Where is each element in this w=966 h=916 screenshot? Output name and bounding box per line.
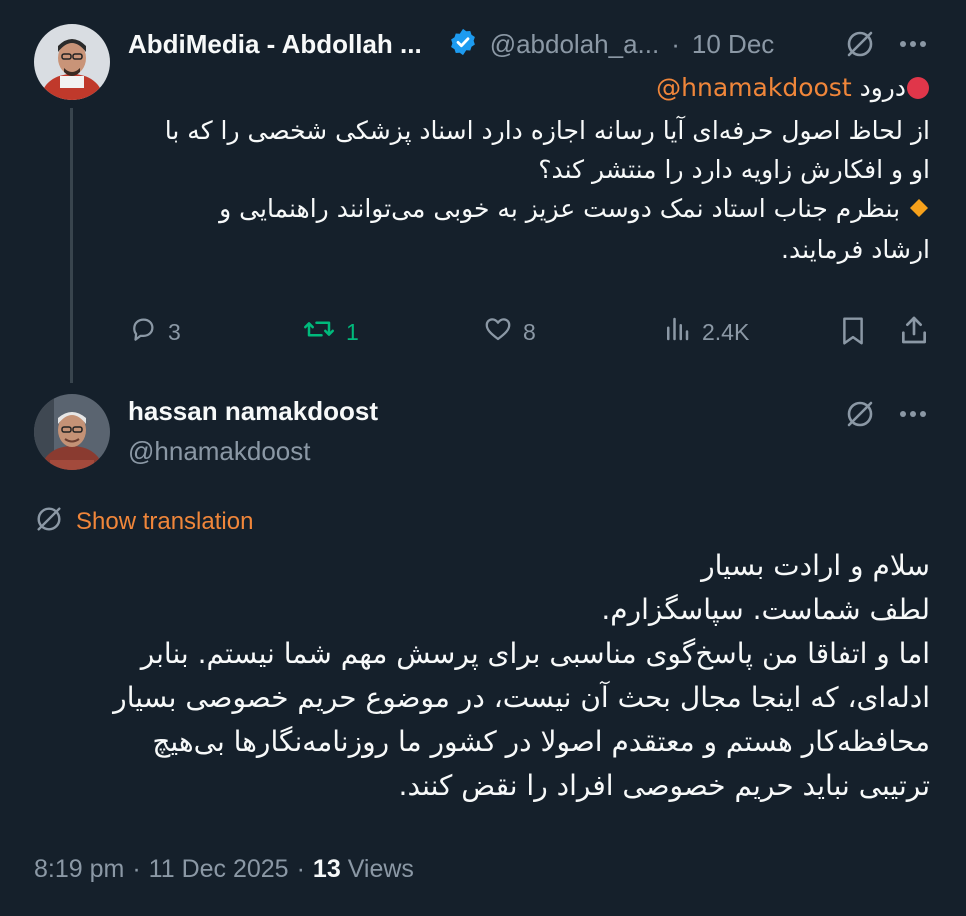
- tweet1-line4: ارشاد فرمایند.: [781, 235, 930, 264]
- mention-link[interactable]: @hnamakdoost: [656, 73, 851, 102]
- tweet-date[interactable]: 10 Dec: [692, 29, 774, 60]
- tweet2-line: لطف شماست. سپاسگزارم.: [601, 593, 930, 626]
- views-chart-icon: [662, 314, 692, 350]
- tweet1-line1: از لحاظ اصول حرفه‌ای آیا رسانه اجازه دار…: [164, 116, 930, 145]
- author-name[interactable]: AbdiMedia - Abdollah ...: [128, 29, 422, 60]
- tweet2-line: سلام و ارادت بسیار: [701, 549, 930, 582]
- grok-icon[interactable]: [844, 398, 876, 435]
- show-translation-text: Show translation: [76, 507, 254, 535]
- heart-icon: [483, 314, 513, 350]
- tweet2-body: سلام و ارادت بسیار لطف شماست. سپاسگزارم.…: [30, 544, 930, 808]
- tweet-time[interactable]: 8:19 pm: [34, 855, 124, 884]
- meta-separator: ·: [296, 855, 305, 883]
- like-action[interactable]: 8: [483, 314, 536, 350]
- tweet2-line: اما و اتفاقا من پاسخ‌گوی مناسبی برای پرس…: [140, 637, 930, 670]
- more-options-icon[interactable]: [898, 406, 928, 424]
- tweet1-body: درود @hnamakdoost از لحاظ اصول حرفه‌ای آ…: [128, 68, 930, 269]
- tweet1-line3-wrap: بنظرم جناب استاد نمک دوست عزیز به خوبی م…: [128, 189, 930, 230]
- repost-action[interactable]: 1: [302, 314, 359, 350]
- author-avatar[interactable]: [34, 394, 110, 470]
- bookmark-icon[interactable]: [838, 315, 868, 352]
- grok-translate-icon: [34, 504, 64, 539]
- reply-action[interactable]: 3: [128, 314, 181, 350]
- thread-connector-line: [70, 108, 73, 383]
- reply-icon: [128, 314, 158, 350]
- author-handle[interactable]: @abdolah_a...: [490, 29, 660, 60]
- author-avatar[interactable]: [34, 24, 110, 100]
- meta-separator: ·: [132, 855, 141, 883]
- grok-icon[interactable]: [844, 28, 876, 65]
- greeting-line: درود @hnamakdoost: [128, 68, 930, 111]
- tweet2-line: ادله‌ای، که اینجا مجال بحث آن نیست، در م…: [113, 681, 930, 714]
- red-circle-icon: [906, 72, 930, 111]
- tweet1-line3: بنظرم جناب استاد نمک دوست عزیز به خوبی م…: [219, 194, 901, 223]
- tweet2-meta: 8:19 pm · 11 Dec 2025 · 13 Views: [34, 855, 414, 884]
- views-total[interactable]: 13 Views: [313, 855, 414, 884]
- show-translation-link[interactable]: Show translation: [34, 504, 253, 539]
- tweet2-line: ترتیبی نباید حریم خصوصی افراد را نقض کنن…: [398, 769, 930, 802]
- share-icon[interactable]: [898, 314, 930, 351]
- meta-separator: ·: [671, 28, 680, 59]
- like-count: 8: [523, 318, 536, 345]
- views-count: 2.4K: [702, 318, 750, 345]
- tweet-date[interactable]: 11 Dec 2025: [149, 855, 289, 884]
- verified-badge-icon: [448, 27, 478, 62]
- greeting-text: درود: [859, 73, 906, 102]
- more-options-icon[interactable]: [898, 36, 928, 54]
- views-action[interactable]: 2.4K: [662, 314, 749, 350]
- author-name[interactable]: hassan namakdoost: [128, 396, 378, 427]
- repost-count: 1: [346, 318, 359, 345]
- views-label: Views: [347, 855, 414, 883]
- reply-count: 3: [168, 318, 181, 345]
- orange-diamond-icon: [908, 191, 930, 230]
- views-number: 13: [312, 855, 341, 883]
- tweet1-header: AbdiMedia - Abdollah ... @abdolah_a... ·…: [128, 26, 774, 62]
- author-handle[interactable]: @hnamakdoost: [128, 436, 311, 467]
- tweet1-line2: او و افکارش زاویه دارد را منتشر کند؟: [538, 155, 930, 184]
- repost-icon: [302, 314, 336, 350]
- tweet2-line: محافظه‌کار هستم و معتقدم اصولا در کشور م…: [152, 725, 930, 758]
